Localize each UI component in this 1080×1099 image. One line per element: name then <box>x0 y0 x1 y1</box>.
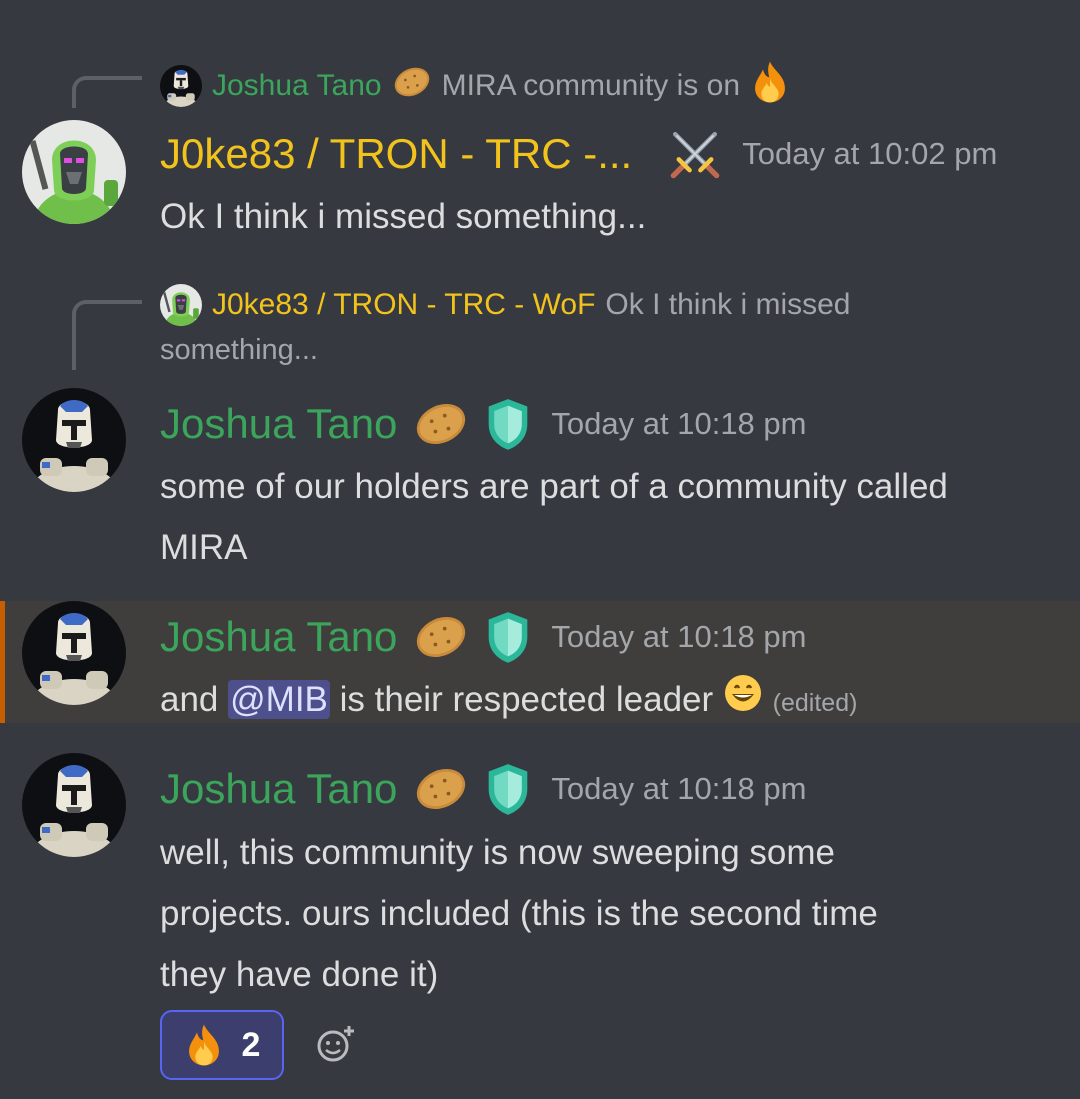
reply-author-name[interactable]: J0ke83 / TRON - TRC - WoF <box>212 288 595 322</box>
avatar[interactable] <box>22 753 126 857</box>
message-line: projects. ours included (this is the sec… <box>160 894 878 933</box>
reply-preview[interactable]: Joshua Tano MIRA community is on <box>160 60 790 112</box>
message-text[interactable]: and @MIB is their respected leader (edit… <box>160 669 857 734</box>
avatar[interactable] <box>22 120 126 224</box>
message-header: Joshua Tano Today at 10:18 pm <box>160 759 806 819</box>
timestamp[interactable]: Today at 10:18 pm <box>551 619 806 655</box>
message-header: Joshua Tano Today at 10:18 pm <box>160 394 806 454</box>
username[interactable]: Joshua Tano <box>160 765 397 813</box>
fire-reaction-button[interactable]: 2 <box>160 1010 284 1080</box>
username[interactable]: Joshua Tano <box>160 400 397 448</box>
reply-text[interactable]: Ok I think i missed <box>605 288 850 322</box>
message-line: some of our holders are part of a commun… <box>160 467 948 506</box>
fire-icon <box>184 1023 224 1067</box>
message-line: well, this community is now sweeping som… <box>160 833 835 872</box>
potato-icon <box>413 765 469 813</box>
add-reaction-icon[interactable] <box>316 1024 356 1064</box>
message-header: J0ke83 / TRON - TRC -... Today at 10:02 … <box>160 124 997 184</box>
message-text[interactable]: Ok I think i missed something... <box>160 186 646 247</box>
user-mention[interactable]: @MIB <box>228 680 330 719</box>
fire-icon <box>750 60 790 112</box>
message-line: they have done it) <box>160 955 439 994</box>
reaction-count: 2 <box>241 1025 261 1064</box>
message-text[interactable]: well, this community is now sweeping som… <box>160 822 878 1005</box>
message-text-after: is their respected leader <box>339 680 714 719</box>
message-header: Joshua Tano Today at 10:18 pm <box>160 607 806 667</box>
message-line: Ok I think i missed something... <box>160 197 647 236</box>
username[interactable]: Joshua Tano <box>160 613 397 661</box>
reply-text-continued[interactable]: something... <box>160 334 318 367</box>
timestamp[interactable]: Today at 10:18 pm <box>551 771 806 807</box>
message-text[interactable]: some of our holders are part of a commun… <box>160 456 948 578</box>
reply-author-avatar[interactable] <box>160 65 202 107</box>
message-text-before: and <box>160 680 219 719</box>
reply-preview[interactable]: J0ke83 / TRON - TRC - WoF Ok I think i m… <box>160 284 851 326</box>
potato-icon <box>392 65 432 107</box>
avatar[interactable] <box>22 388 126 492</box>
timestamp[interactable]: Today at 10:18 pm <box>551 406 806 442</box>
edited-label: (edited) <box>772 689 858 717</box>
shield-icon <box>485 761 531 817</box>
reply-connector <box>72 76 142 108</box>
shield-icon <box>485 609 531 665</box>
grinning-face-icon <box>723 671 763 732</box>
reply-text[interactable]: MIRA community is on <box>442 69 740 103</box>
avatar[interactable] <box>22 601 126 705</box>
swords-icon <box>668 127 722 181</box>
username[interactable]: J0ke83 / TRON - TRC -... <box>160 130 632 178</box>
reply-author-name[interactable]: Joshua Tano <box>212 69 382 103</box>
potato-icon <box>413 613 469 661</box>
reply-author-avatar[interactable] <box>160 284 202 326</box>
shield-icon <box>485 396 531 452</box>
reply-connector <box>72 300 142 370</box>
timestamp[interactable]: Today at 10:02 pm <box>742 136 997 172</box>
message-line: MIRA <box>160 528 248 567</box>
potato-icon <box>413 400 469 448</box>
